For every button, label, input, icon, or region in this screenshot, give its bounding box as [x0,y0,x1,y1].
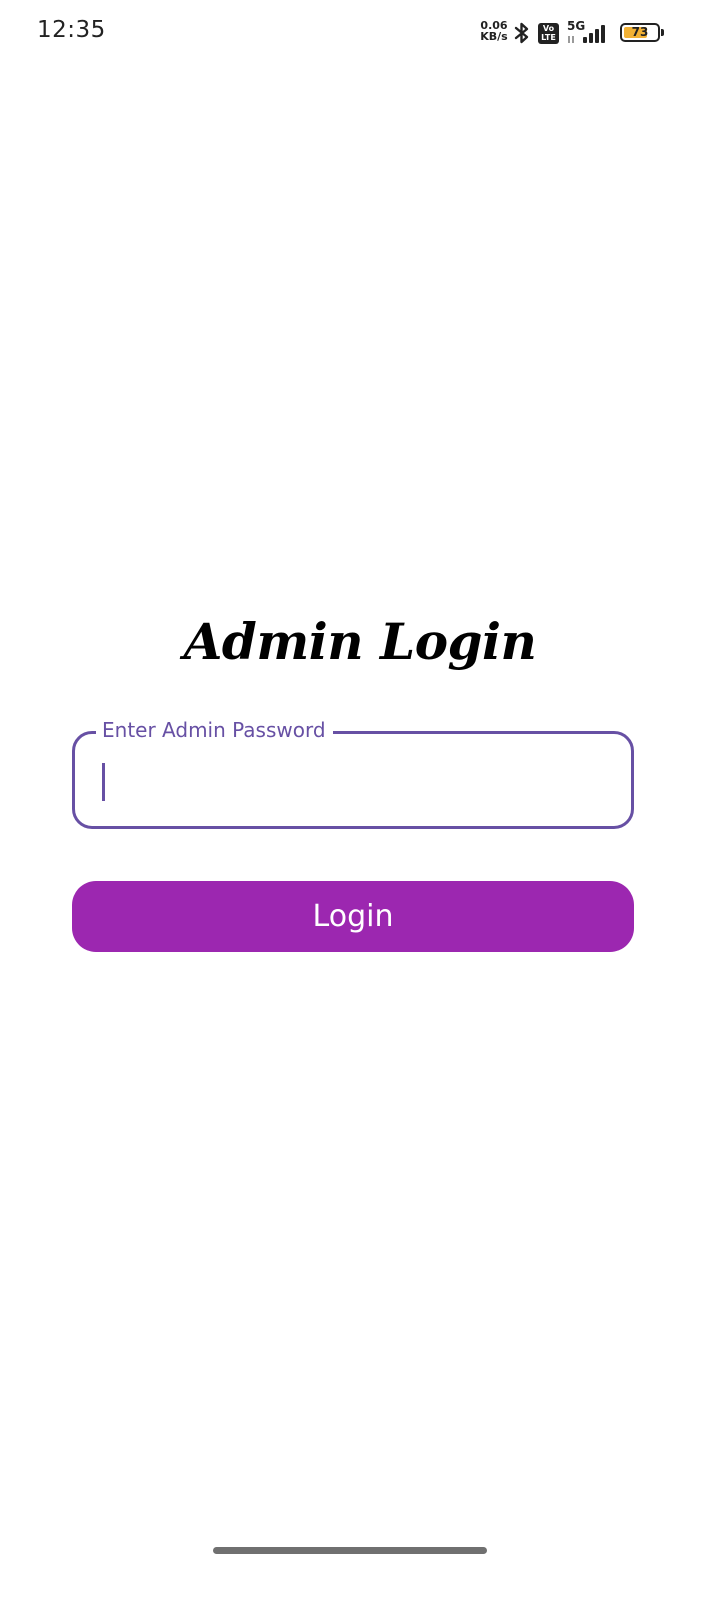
volte-top-label: Vo [542,24,555,33]
bluetooth-icon [514,22,529,44]
network-speed-unit: KB/s [480,30,508,43]
signal-icon [568,25,605,43]
page-title: Admin Login [183,612,537,671]
password-input[interactable] [101,756,601,802]
volte-bottom-label: LTE [541,33,556,42]
text-caret [102,763,105,801]
password-label: Enter Admin Password [96,718,333,742]
battery-level: 73 [631,25,649,39]
battery-nub [661,29,664,36]
status-bar: 12:35 0.06 KB/s Vo LTE 5G 73 [0,0,720,66]
password-field[interactable]: Enter Admin Password [72,718,634,829]
volte-icon: Vo LTE [538,23,559,44]
home-indicator[interactable] [213,1547,487,1554]
status-time: 12:35 [37,17,106,43]
battery-icon: 73 [620,23,660,42]
network-speed: 0.06 KB/s [478,20,510,42]
login-button[interactable]: Login [72,881,634,952]
